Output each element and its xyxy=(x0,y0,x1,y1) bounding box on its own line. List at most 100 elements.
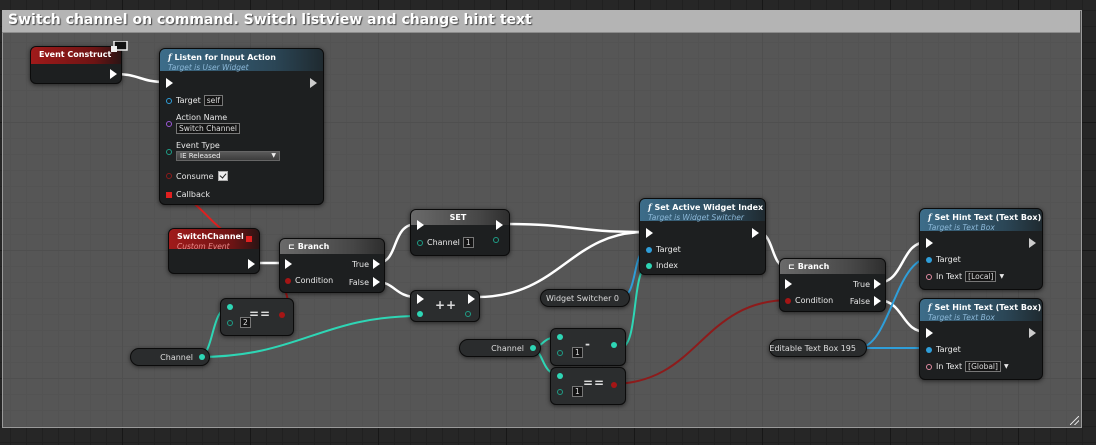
target-pin[interactable] xyxy=(926,256,932,263)
listen-for-input-action-node[interactable]: f Listen for Input Action Target is User W… xyxy=(159,48,324,205)
set-active-widget-index-node[interactable]: f Set Active Widget Index Target is Widget… xyxy=(639,198,766,275)
set-hint-text-local-node[interactable]: f Set Hint Text (Text Box) Target is Text … xyxy=(919,208,1043,290)
target-pin[interactable] xyxy=(926,346,932,353)
true-label: True xyxy=(853,279,870,289)
b-value[interactable]: 1 xyxy=(572,347,583,358)
increment-symbol: ++ xyxy=(435,298,458,312)
target-pin[interactable] xyxy=(166,97,172,104)
result-pin[interactable] xyxy=(611,342,617,348)
bool-wire xyxy=(610,299,791,385)
b-value[interactable]: 1 xyxy=(572,386,583,397)
callback-pin[interactable] xyxy=(166,191,172,198)
node-title: Set Active Widget Index xyxy=(654,203,764,212)
action-name-pin[interactable] xyxy=(166,121,172,127)
target-label: Target xyxy=(936,345,961,354)
increment-node[interactable]: ++ xyxy=(410,290,480,322)
event-construct-node[interactable]: Event Construct xyxy=(30,46,122,84)
int-out-pin[interactable] xyxy=(465,311,471,317)
exec-in-pin[interactable] xyxy=(785,279,792,289)
in-text-pin[interactable] xyxy=(926,363,932,370)
exec-out-pin[interactable] xyxy=(110,69,117,79)
target-value[interactable]: self xyxy=(203,95,223,106)
dropdown-arrow-icon[interactable]: ▼ xyxy=(1004,363,1009,370)
branch-node-2[interactable]: ⊏ Branch True Condition False xyxy=(779,258,886,312)
exec-in-pin[interactable] xyxy=(417,220,424,230)
node-subtitle: Custom Event xyxy=(177,242,230,251)
node-title: Listen for Input Action xyxy=(174,53,276,62)
exec-out-pin[interactable] xyxy=(468,294,475,304)
exec-in-pin[interactable] xyxy=(926,238,933,248)
channel-out-pin[interactable] xyxy=(530,345,536,351)
channel-value[interactable]: 1 xyxy=(462,237,474,248)
false-label: False xyxy=(348,277,369,287)
in-text-pin[interactable] xyxy=(926,273,932,280)
exec-in-pin[interactable] xyxy=(166,78,173,88)
set-hint-text-global-node[interactable]: f Set Hint Text (Text Box) Target is Text … xyxy=(919,298,1043,380)
channel-variable-2[interactable]: Channel xyxy=(459,339,541,357)
condition-label: Condition xyxy=(795,296,834,305)
branch-node-1[interactable]: ⊏ Branch True Condition False xyxy=(279,238,385,293)
target-label: Target xyxy=(176,96,201,105)
equals-node-2[interactable]: 1 == xyxy=(550,367,626,405)
monitor-icon xyxy=(111,41,128,52)
branch-icon: ⊏ xyxy=(288,242,295,251)
int-in-pin[interactable] xyxy=(417,311,423,317)
a-pin[interactable] xyxy=(557,334,563,340)
callback-label: Callback xyxy=(176,190,210,199)
function-icon: f xyxy=(168,52,172,62)
target-pin[interactable] xyxy=(646,246,652,253)
set-channel-node[interactable]: SET Channel 1 xyxy=(410,209,510,256)
exec-out-pin[interactable] xyxy=(1029,238,1036,248)
in-text-label: In Text xyxy=(936,362,963,371)
variable-label: Channel xyxy=(491,343,524,353)
subtract-node[interactable]: 1 - xyxy=(550,328,626,366)
exec-out-pin[interactable] xyxy=(248,259,255,269)
index-pin[interactable] xyxy=(646,262,652,269)
channel-pin[interactable] xyxy=(417,239,423,246)
event-type-pin[interactable] xyxy=(166,149,172,155)
a-pin[interactable] xyxy=(227,304,233,310)
a-pin[interactable] xyxy=(557,373,563,379)
channel-out-pin[interactable] xyxy=(493,237,499,243)
condition-pin[interactable] xyxy=(285,277,291,284)
channel-variable-1[interactable]: Channel xyxy=(130,348,210,366)
true-exec-pin[interactable] xyxy=(874,279,881,289)
widget-switcher-variable[interactable]: Widget Switcher 0 xyxy=(540,289,630,307)
exec-wire xyxy=(502,222,646,234)
action-name-input[interactable]: Switch Channel xyxy=(176,123,240,134)
switchchannel-event-node[interactable]: SwitchChannel Custom Event xyxy=(168,228,260,274)
exec-out-pin[interactable] xyxy=(496,220,503,230)
b-pin[interactable] xyxy=(557,350,563,356)
false-exec-pin[interactable] xyxy=(373,277,380,287)
result-pin[interactable] xyxy=(279,312,285,318)
channel-label: Channel xyxy=(427,238,460,247)
exec-in-pin[interactable] xyxy=(646,228,653,238)
equals-node-1[interactable]: 2 == xyxy=(220,298,294,336)
false-label: False xyxy=(849,296,870,306)
false-exec-pin[interactable] xyxy=(874,296,881,306)
true-exec-pin[interactable] xyxy=(373,259,380,269)
delegate-pin[interactable] xyxy=(246,236,252,242)
in-text-value[interactable]: [Local] xyxy=(965,271,997,282)
editable-text-box-variable[interactable]: Editable Text Box 195 xyxy=(769,339,867,357)
b-pin[interactable] xyxy=(227,320,233,326)
channel-out-pin[interactable] xyxy=(199,354,205,360)
exec-out-pin[interactable] xyxy=(310,78,317,88)
exec-in-pin[interactable] xyxy=(417,294,424,304)
consume-pin[interactable] xyxy=(166,173,172,179)
variable-label: Editable Text Box 195 xyxy=(769,343,856,353)
event-type-dropdown[interactable]: IE Released xyxy=(176,151,280,161)
consume-label: Consume xyxy=(176,171,214,181)
in-text-value[interactable]: [Global] xyxy=(965,361,1001,372)
exec-out-pin[interactable] xyxy=(1029,328,1036,338)
result-pin[interactable] xyxy=(611,382,617,388)
consume-checkbox[interactable] xyxy=(217,171,228,181)
dropdown-arrow-icon[interactable]: ▼ xyxy=(999,273,1004,280)
exec-in-pin[interactable] xyxy=(926,328,933,338)
b-pin[interactable] xyxy=(557,389,563,395)
exec-out-pin[interactable] xyxy=(752,228,759,238)
exec-in-pin[interactable] xyxy=(285,259,292,269)
condition-label: Condition xyxy=(295,276,334,285)
function-icon: f xyxy=(928,212,932,222)
condition-pin[interactable] xyxy=(785,297,791,304)
